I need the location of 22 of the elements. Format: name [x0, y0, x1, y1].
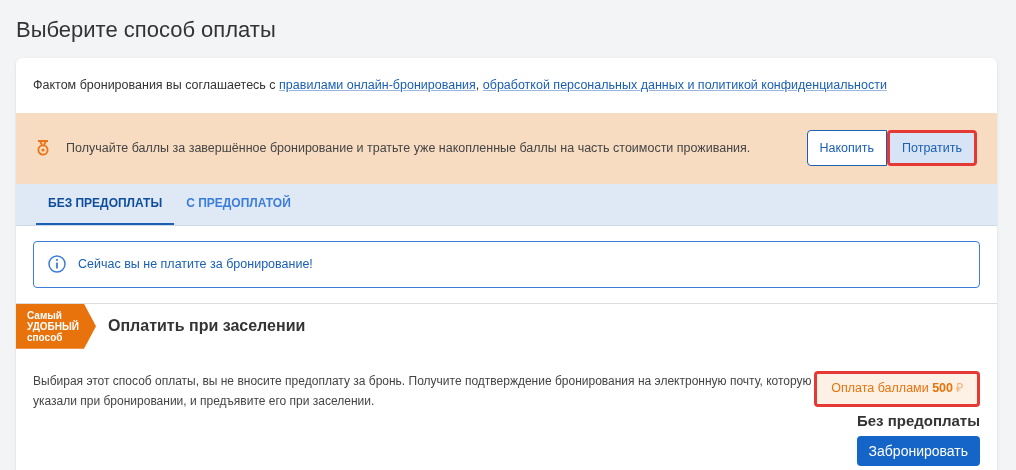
- payment-tab[interactable]: С ПРЕДОПЛАТОЙ: [174, 183, 303, 225]
- page-title: Выберите способ оплаты: [16, 16, 277, 44]
- points-text: Получайте баллы за завершённое бронирование и тратьте уже накопленные баллы на часть стоимости проживания.: [66, 139, 752, 157]
- privacy-link[interactable]: обработкой персональных данных и политикой конфиденциальности: [482, 76, 887, 95]
- points-payment-text: Оплата баллами 500: [831, 380, 953, 398]
- badge-text: УДОБНЫЙ: [27, 320, 80, 332]
- points-option-button[interactable]: Потратить: [887, 130, 977, 167]
- separator-text: ,: [475, 77, 481, 94]
- agreement-text: Фактом бронирования вы соглашаетесь с: [33, 77, 277, 94]
- option-description: Выбирая этот способ оплаты, вы не вносите предоплату за бронь. Получите подтверждение бронирования на электронную почту, которую указали при бронировании, и предъявите его при заселении.: [33, 372, 813, 410]
- badge-text: Самый: [27, 309, 62, 321]
- badge-text: способ: [27, 331, 63, 343]
- book-button[interactable]: Забронировать: [856, 436, 980, 467]
- info-icon: [48, 255, 66, 274]
- price-label: Без предоплаты: [856, 410, 980, 431]
- option-title: Оплатить при заселении: [108, 316, 306, 337]
- payment-tab[interactable]: БЕЗ ПРЕДОПЛАТЫ: [36, 183, 175, 225]
- currency-text: ₽: [956, 380, 963, 398]
- points-option-button[interactable]: Накопить: [806, 130, 888, 167]
- medal-icon: [36, 140, 50, 157]
- notice-text: Сейчас вы не платите за бронирование!: [78, 255, 313, 273]
- terms-link[interactable]: правилами онлайн-бронирования: [279, 76, 476, 95]
